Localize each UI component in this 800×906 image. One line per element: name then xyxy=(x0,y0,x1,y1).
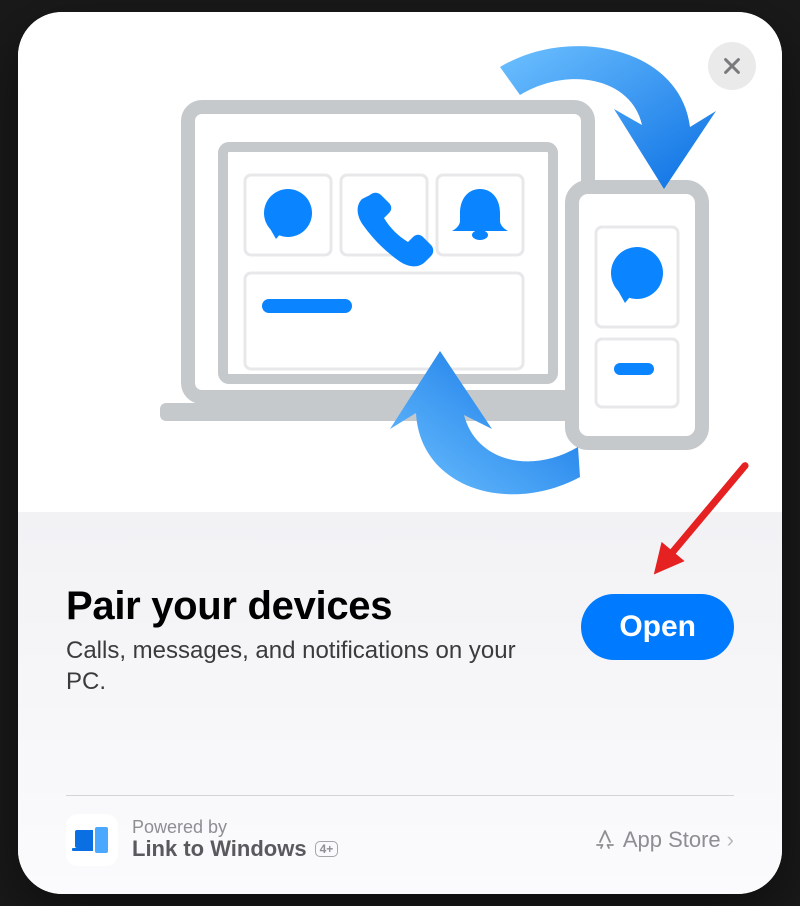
footer-divider xyxy=(66,795,734,796)
close-icon xyxy=(721,55,743,77)
footer-row: Powered by Link to Windows 4+ App Store … xyxy=(66,814,734,866)
pair-devices-illustration xyxy=(80,17,720,512)
powered-by-label: Powered by xyxy=(132,818,579,836)
hero-illustration-area xyxy=(18,12,782,512)
app-name: Link to Windows xyxy=(132,836,307,862)
card-subtitle: Calls, messages, and notifications on yo… xyxy=(66,635,536,697)
app-store-icon xyxy=(593,828,617,852)
powered-by-block: Powered by Link to Windows 4+ xyxy=(132,818,579,862)
main-row: Pair your devices Calls, messages, and n… xyxy=(66,584,734,697)
app-store-link[interactable]: App Store › xyxy=(593,827,734,853)
card-title: Pair your devices xyxy=(66,584,553,629)
text-block: Pair your devices Calls, messages, and n… xyxy=(66,584,553,697)
app-clip-card: Pair your devices Calls, messages, and n… xyxy=(18,12,782,894)
age-rating-badge: 4+ xyxy=(315,841,339,857)
sync-arrow-top-icon xyxy=(500,46,716,189)
app-store-label: App Store xyxy=(623,827,721,853)
link-to-windows-app-icon xyxy=(66,814,118,866)
open-button[interactable]: Open xyxy=(581,594,734,660)
chevron-right-icon: › xyxy=(727,827,734,853)
card-footer: Powered by Link to Windows 4+ App Store … xyxy=(66,795,734,866)
close-button[interactable] xyxy=(708,42,756,90)
